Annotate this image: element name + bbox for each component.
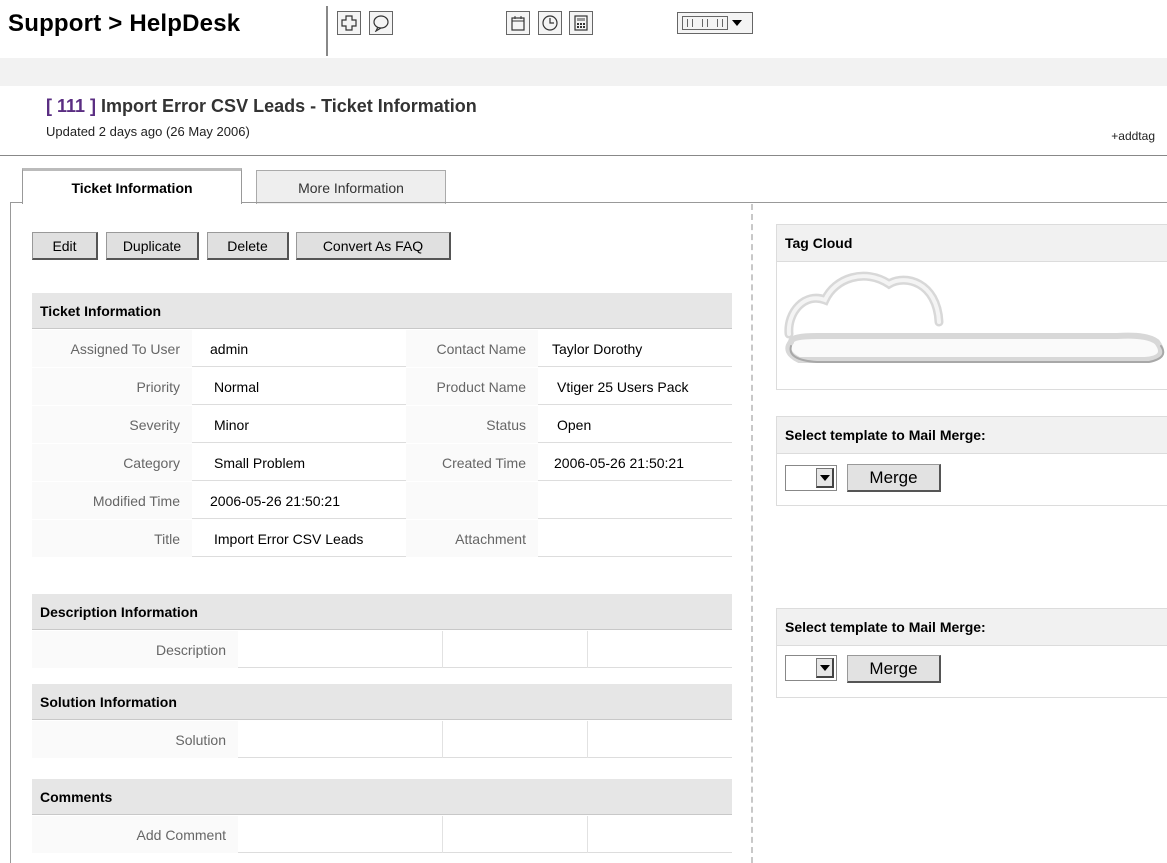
cell-divider	[587, 631, 588, 668]
calculator-icon[interactable]	[569, 11, 593, 35]
field-value: 2006-05-26 21:50:21	[210, 492, 340, 509]
page-title: [ 111 ] Import Error CSV Leads - Ticket …	[46, 96, 477, 117]
field-label: Solution	[32, 721, 238, 758]
search-icon[interactable]	[369, 11, 393, 35]
convert-as-faq-button[interactable]: Convert As FAQ	[296, 232, 451, 260]
field-label: Assigned To User	[32, 330, 192, 367]
field-value: Minor	[214, 416, 250, 433]
ticket-info-heading: Ticket Information	[32, 293, 732, 329]
field-label: Status	[406, 406, 538, 443]
comments-heading: Comments	[32, 779, 732, 815]
table-row: Modified Time 2006-05-26 21:50:21	[32, 482, 732, 519]
field-value: Open	[557, 416, 592, 433]
field-value: admin	[210, 340, 249, 357]
ticket-title: Import Error CSV Leads - Ticket Informat…	[96, 96, 477, 116]
cell-divider	[442, 631, 443, 668]
cell-divider	[587, 816, 588, 853]
tab-ticket-information[interactable]: Ticket Information	[22, 168, 242, 204]
table-row: Severity Minor Status Open	[32, 406, 732, 443]
field-label: Priority	[32, 368, 192, 405]
table-row: Priority Normal Product Name Vtiger 25 U…	[32, 368, 732, 405]
field-label: Created Time	[406, 444, 538, 481]
field-value: Normal	[214, 378, 260, 395]
merge-button-1[interactable]: Merge	[847, 464, 941, 492]
field-label	[406, 482, 538, 519]
table-row: Assigned To User admin Contact Name Tayl…	[32, 330, 732, 367]
mail-merge-panel-1: Merge	[776, 454, 1167, 506]
table-row: Add Comment	[32, 816, 732, 853]
mail-merge-heading-2: Select template to Mail Merge:	[776, 608, 1167, 646]
field-label: Contact Name	[406, 330, 538, 367]
field-label: Title	[32, 520, 192, 557]
template-select-1[interactable]	[785, 465, 837, 491]
cell-divider	[442, 721, 443, 758]
add-tag-link[interactable]: +addtag	[1111, 129, 1155, 143]
calendar-icon[interactable]	[506, 11, 530, 35]
table-row: Title Import Error CSV Leads Attachment	[32, 520, 732, 557]
field-label: Severity	[32, 406, 192, 443]
columns-menu-icon[interactable]	[677, 12, 753, 34]
clock-icon[interactable]	[538, 11, 562, 35]
field-label: Description	[32, 631, 238, 668]
field-value: Vtiger 25 Users Pack	[557, 378, 689, 395]
field-label: Product Name	[406, 368, 538, 405]
field-value: Taylor Dorothy	[552, 340, 643, 357]
ticket-id: [ 111 ]	[46, 96, 97, 116]
field-value	[544, 520, 732, 557]
cloud-icon	[784, 271, 1165, 363]
content-border	[10, 202, 11, 863]
mail-merge-heading-1: Select template to Mail Merge:	[776, 416, 1167, 454]
description-heading: Description Information	[32, 594, 732, 630]
chevron-down-icon[interactable]	[816, 468, 834, 488]
duplicate-button[interactable]: Duplicate	[106, 232, 199, 260]
mail-merge-panel-2: Merge	[776, 646, 1167, 698]
template-select-2[interactable]	[785, 655, 837, 681]
tag-cloud-panel	[776, 262, 1167, 390]
field-value	[544, 482, 732, 519]
table-row: Category Small Problem Created Time 2006…	[32, 444, 732, 481]
add-icon[interactable]	[337, 11, 361, 35]
divider	[0, 155, 1167, 156]
table-row: Solution	[32, 721, 732, 758]
field-label: Attachment	[406, 520, 538, 557]
tag-cloud-heading: Tag Cloud	[776, 224, 1167, 262]
cell-divider	[587, 721, 588, 758]
field-value: Small Problem	[214, 454, 306, 471]
solution-heading: Solution Information	[32, 684, 732, 720]
delete-button[interactable]: Delete	[207, 232, 289, 260]
field-value: 2006-05-26 21:50:21	[554, 454, 684, 471]
edit-button[interactable]: Edit	[32, 232, 98, 260]
column-divider	[751, 204, 753, 863]
field-label[interactable]: Add Comment	[32, 816, 238, 853]
field-value: Import Error CSV Leads	[214, 530, 364, 547]
table-row: Description	[32, 631, 732, 668]
field-label: Modified Time	[32, 482, 192, 519]
field-label: Category	[32, 444, 192, 481]
header-divider	[326, 6, 328, 56]
header-band	[0, 58, 1167, 86]
updated-info: Updated 2 days ago (26 May 2006)	[46, 124, 250, 139]
cell-divider	[442, 816, 443, 853]
tab-more-information[interactable]: More Information	[256, 170, 446, 204]
chevron-down-icon[interactable]	[816, 658, 834, 678]
merge-button-2[interactable]: Merge	[847, 655, 941, 683]
header: Support > HelpDesk	[0, 0, 1167, 56]
module-title[interactable]: Support > HelpDesk	[8, 10, 240, 38]
